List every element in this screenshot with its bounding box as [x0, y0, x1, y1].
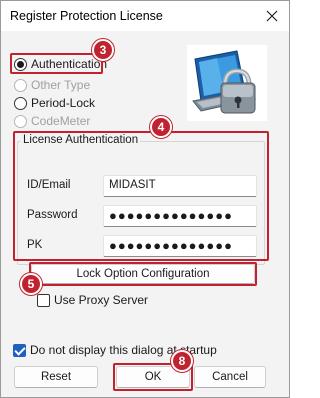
radio-codemeter-indicator [14, 114, 27, 128]
radio-other-type-indicator [14, 78, 27, 92]
window-title: Register Protection License [10, 9, 163, 23]
close-icon [266, 10, 278, 22]
radio-codemeter-label: CodeMeter [31, 114, 91, 128]
radio-other-type-label: Other Type [31, 78, 91, 92]
computer-padlock-icon [187, 45, 267, 121]
close-button[interactable] [259, 4, 285, 28]
annotation-badge-3: 3 [92, 39, 114, 61]
highlight-license-auth [13, 131, 269, 261]
annotation-badge-8: 8 [171, 350, 193, 372]
annotation-badge-4: 4 [150, 116, 172, 138]
title-bar: Register Protection License [1, 1, 289, 31]
reset-button[interactable]: Reset [14, 366, 98, 388]
use-proxy-server-checkbox[interactable]: Use Proxy Server [37, 292, 148, 308]
highlight-lock-option [29, 262, 257, 286]
radio-period-lock[interactable]: Period-Lock [14, 95, 95, 111]
use-proxy-server-box[interactable] [37, 293, 50, 307]
cancel-button[interactable]: Cancel [194, 366, 266, 388]
dialog-window: Register Protection License Authenticati… [0, 0, 290, 398]
do-not-display-box[interactable] [13, 343, 26, 357]
radio-period-lock-label: Period-Lock [31, 96, 96, 110]
radio-other-type: Other Type [14, 77, 90, 93]
highlight-authentication [10, 53, 103, 74]
radio-codemeter: CodeMeter [14, 113, 90, 129]
use-proxy-server-label: Use Proxy Server [54, 293, 149, 307]
radio-period-lock-indicator[interactable] [14, 96, 27, 110]
